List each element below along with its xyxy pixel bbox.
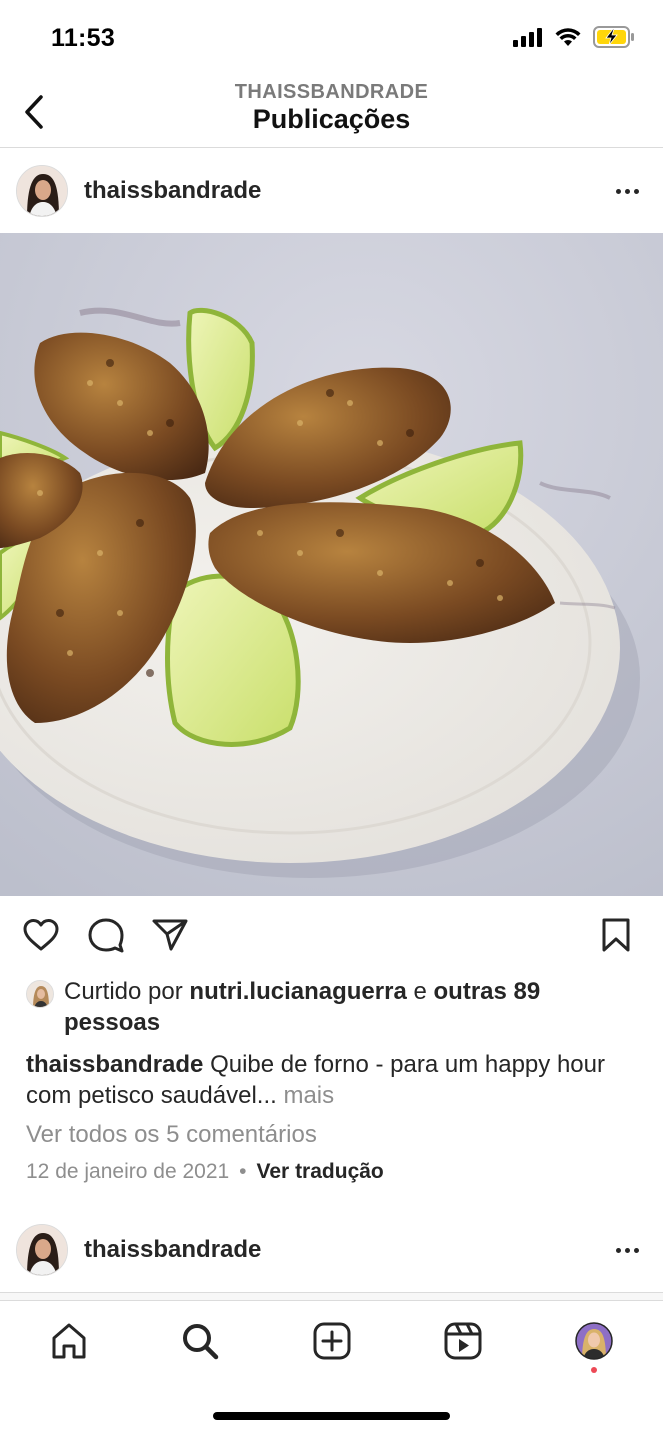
next-post-header: thaissbandrade [0, 1208, 663, 1292]
share-icon [152, 919, 188, 951]
save-button[interactable] [595, 914, 637, 956]
likes-connector: e [413, 978, 427, 1005]
liker-avatar [26, 980, 54, 1008]
post-date: 12 de janeiro de 2021 [26, 1160, 230, 1183]
tab-search[interactable] [178, 1319, 222, 1363]
post-photo[interactable] [0, 233, 663, 896]
profile-avatar [575, 1322, 613, 1360]
like-button[interactable] [20, 914, 62, 956]
status-bar: 11:53 [0, 0, 663, 78]
caption-author[interactable]: thaissbandrade [26, 1051, 203, 1078]
notification-dot [591, 1367, 597, 1373]
tab-reels[interactable] [441, 1319, 485, 1363]
battery-charging-icon [593, 26, 634, 48]
bookmark-icon [602, 918, 630, 952]
caption-more-link[interactable]: mais [283, 1082, 334, 1109]
reels-icon [444, 1322, 482, 1360]
post-header: thaissbandrade [0, 149, 663, 233]
dot-icon [624, 188, 630, 194]
next-post-username[interactable]: thaissbandrade [84, 1236, 261, 1264]
comment-button[interactable] [85, 914, 127, 956]
home-indicator[interactable] [213, 1412, 450, 1420]
share-button[interactable] [149, 914, 191, 956]
avatar[interactable] [16, 165, 68, 217]
new-post-icon [313, 1322, 351, 1360]
status-icons [513, 26, 635, 48]
more-options-button[interactable] [607, 176, 647, 206]
translate-link[interactable]: Ver tradução [257, 1160, 384, 1184]
page-title: Publicações [252, 104, 411, 134]
liker-username[interactable]: nutri.lucianaguerra [189, 978, 406, 1005]
next-post-photo-edge [0, 1292, 663, 1300]
post-actions [0, 896, 663, 974]
search-icon [183, 1324, 219, 1360]
home-icon [52, 1323, 86, 1359]
post-caption: thaissbandrade Quibe de forno - para um … [26, 1049, 636, 1111]
comment-icon [88, 918, 124, 953]
page-header: THAISSBANDRADE Publicações [0, 78, 663, 148]
wifi-icon [555, 28, 581, 46]
likes-summary[interactable]: Curtido por nutri.lucianaguerra e outras… [26, 976, 636, 1038]
dot-icon [615, 188, 621, 194]
likes-prefix: Curtido por [64, 978, 183, 1005]
dot-icon [624, 1247, 630, 1253]
heart-icon [23, 919, 59, 951]
tab-profile[interactable] [572, 1319, 616, 1363]
meta-separator: • [239, 1160, 247, 1183]
post-meta: 12 de janeiro de 2021 • Ver tradução [26, 1160, 384, 1184]
signal-icon [513, 28, 542, 47]
tab-new-post[interactable] [310, 1319, 354, 1363]
dot-icon [615, 1247, 621, 1253]
more-options-button[interactable] [607, 1235, 647, 1265]
dot-icon [633, 1247, 639, 1253]
likes-text: Curtido por nutri.lucianaguerra e outras… [26, 976, 636, 1038]
post-username[interactable]: thaissbandrade [84, 177, 261, 205]
avatar[interactable] [16, 1224, 68, 1276]
view-comments-link[interactable]: Ver todos os 5 comentários [26, 1121, 317, 1149]
dot-icon [633, 188, 639, 194]
header-username: THAISSBANDRADE [234, 81, 429, 103]
tab-home[interactable] [47, 1319, 91, 1363]
status-time: 11:53 [51, 24, 116, 52]
